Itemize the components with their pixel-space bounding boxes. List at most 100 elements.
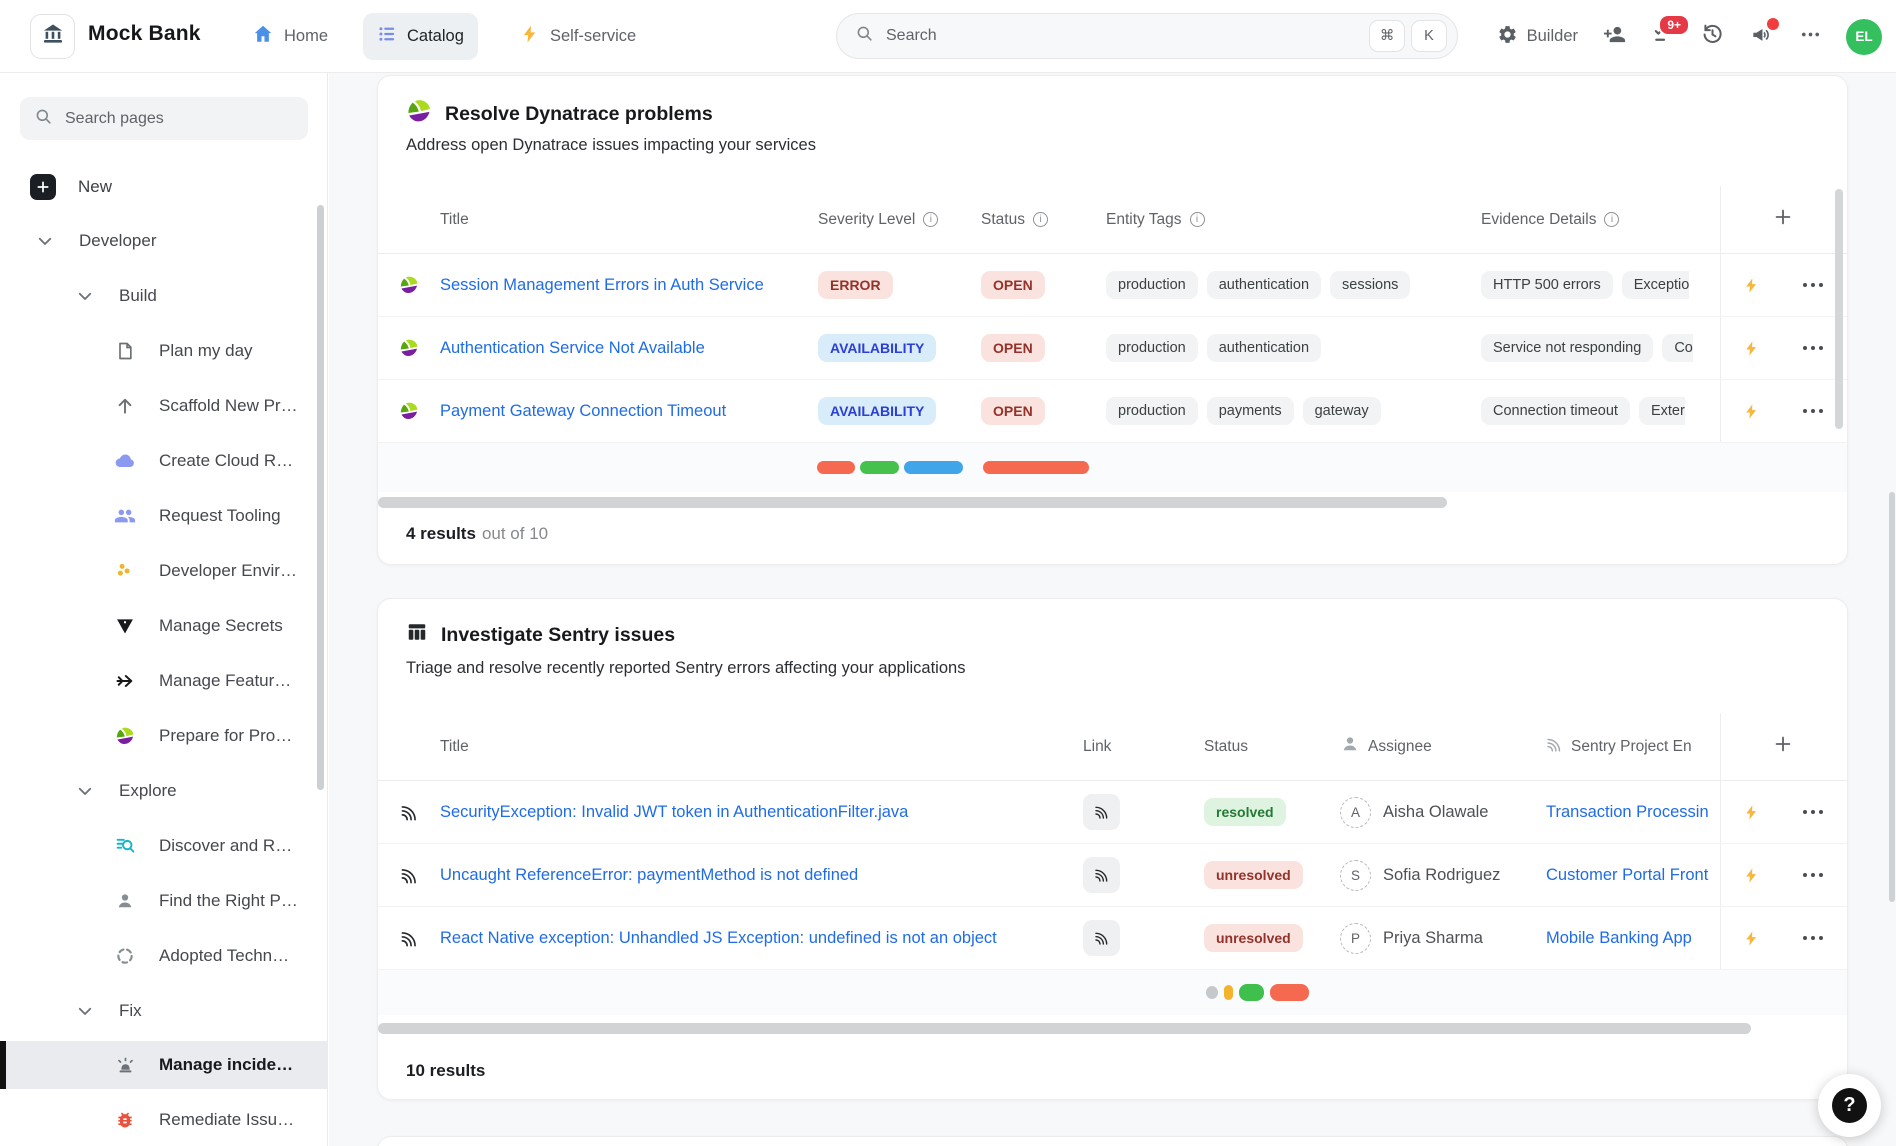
sidebar-item-developer-envir[interactable]: Developer Envir… [0,543,327,598]
sidebar-item-explore[interactable]: Explore [0,763,327,818]
quick-action-bolt-button[interactable] [1743,403,1760,420]
table-row: Uncaught ReferenceError: paymentMethod i… [378,844,1847,907]
history-button[interactable] [1699,24,1725,50]
quick-action-bolt-button[interactable] [1743,277,1760,294]
column-header-severity-level: Severity Level [818,211,981,229]
sidebar-item-find-the-right-p[interactable]: Find the Right P… [0,873,327,928]
issue-title-link[interactable]: Payment Gateway Connection Timeout [440,402,726,420]
link-cell [1083,920,1204,956]
announcements-button[interactable] [1748,24,1774,50]
tab-self-service[interactable]: Self-service [506,13,650,60]
sidebar-item-build[interactable]: Build [0,268,327,323]
row-menu-button[interactable] [1803,810,1823,814]
row-menu-button[interactable] [1803,283,1823,287]
search-lines-icon [113,835,137,856]
info-icon[interactable] [1604,212,1619,227]
page-scrollbar[interactable] [1889,492,1895,902]
add-column-button[interactable] [1772,206,1794,233]
sidebar-item-manage-secrets[interactable]: Manage Secrets [0,598,327,653]
sidebar-search-input[interactable] [65,110,294,128]
info-icon[interactable] [1033,212,1048,227]
sidebar-item-manage-featur[interactable]: Manage Featur… [0,653,327,708]
issue-title-link[interactable]: Uncaught ReferenceError: paymentMethod i… [440,866,858,884]
tab-label: Home [284,27,328,46]
results-count: 4 resultsout of 10 [406,524,548,544]
search-input[interactable] [886,27,1363,45]
info-icon[interactable] [923,212,938,227]
project-link[interactable]: Customer Portal Front [1546,866,1708,884]
status-cell: unresolved [1204,924,1340,952]
issue-title-link[interactable]: SecurityException: Invalid JWT token in … [440,803,908,821]
table-grid-icon [406,621,428,649]
sidebar-item-manage-incide[interactable]: Manage incide… [0,1041,327,1089]
sidebar-item-create-cloud-r[interactable]: Create Cloud R… [0,433,327,488]
invite-user-button[interactable] [1601,24,1627,50]
skeleton-pill [904,461,963,474]
cloud-icon [113,450,137,472]
title-cell: SecurityException: Invalid JWT token in … [440,803,1083,822]
sidebar-item-developer[interactable]: Developer [0,213,327,268]
results-suffix: out of 10 [482,524,548,543]
row-menu-button[interactable] [1803,936,1823,940]
sentry-link-button[interactable] [1083,857,1120,893]
sidebar-item-adopted-techn[interactable]: Adopted Techn… [0,928,327,983]
kbd-cmd: ⌘ [1369,20,1405,52]
table-vertical-scrollbar[interactable] [1835,189,1843,429]
assignee-avatar: S [1340,860,1371,891]
quick-action-bolt-button[interactable] [1743,867,1760,884]
user-avatar[interactable]: EL [1846,19,1882,55]
sidebar-item-label: Developer [79,231,157,251]
info-icon[interactable] [1190,212,1205,227]
more-menu-button[interactable] [1797,24,1823,50]
status-cell: OPEN [981,334,1106,362]
sidebar-item-label: Request Tooling [159,506,281,526]
row-menu-button[interactable] [1803,346,1823,350]
builder-button[interactable]: Builder [1497,24,1578,50]
sidebar-search[interactable] [20,97,308,140]
issue-title-link[interactable]: Authentication Service Not Available [440,339,705,357]
column-header-label: Assignee [1368,738,1432,756]
tab-catalog[interactable]: Catalog [363,13,478,60]
question-mark-icon: ? [1832,1088,1867,1123]
sidebar-item-request-tooling[interactable]: Request Tooling [0,488,327,543]
sidebar-item-remediate-issu[interactable]: Remediate Issu… [0,1092,327,1146]
status-badge: OPEN [981,334,1045,362]
entity-tag: gateway [1303,397,1381,425]
sidebar-scrollbar[interactable] [317,205,324,790]
sidebar-item-label: Discover and R… [159,836,292,856]
new-button[interactable]: New [20,165,112,209]
tab-home[interactable]: Home [238,13,342,60]
skeleton-pill [1239,984,1264,1001]
project-link[interactable]: Mobile Banking App [1546,929,1692,947]
sidebar-item-discover-and-r[interactable]: Discover and R… [0,818,327,873]
project-link[interactable]: Transaction Processin [1546,803,1709,821]
row-menu-button[interactable] [1803,873,1823,877]
brand-logo[interactable] [30,14,75,59]
issue-title-link[interactable]: React Native exception: Unhandled JS Exc… [440,929,997,947]
add-column-button[interactable] [1772,733,1794,760]
horizontal-scrollbar[interactable] [378,1023,1751,1034]
row-menu-button[interactable] [1803,409,1823,413]
quick-action-bolt-button[interactable] [1743,340,1760,357]
sidebar-item-label: Prepare for Pro… [159,726,292,746]
tasks-button[interactable]: 9+ [1650,24,1676,50]
help-button[interactable]: ? [1818,1074,1881,1137]
sidebar-item-label: Explore [119,781,177,801]
sidebar-item-scaffold-new-pr[interactable]: Scaffold New Pr… [0,378,327,433]
sidebar-item-plan-my-day[interactable]: Plan my day [0,323,327,378]
entity-tags-cell: productionpaymentsgateway [1106,397,1481,425]
severity-cell: ERROR [818,271,981,299]
sentry-link-button[interactable] [1083,794,1120,830]
column-header-label: Status [1204,738,1248,756]
horizontal-scrollbar[interactable] [378,497,1447,508]
quick-action-bolt-button[interactable] [1743,804,1760,821]
history-icon [1701,23,1724,51]
global-search[interactable]: ⌘ K [836,13,1458,59]
sentry-link-button[interactable] [1083,920,1120,956]
search-icon [34,107,53,131]
chevron-down-icon [73,1002,97,1020]
quick-action-bolt-button[interactable] [1743,930,1760,947]
sidebar-item-fix[interactable]: Fix [0,983,327,1038]
issue-title-link[interactable]: Session Management Errors in Auth Servic… [440,276,764,294]
sidebar-item-prepare-for-pro[interactable]: Prepare for Pro… [0,708,327,763]
